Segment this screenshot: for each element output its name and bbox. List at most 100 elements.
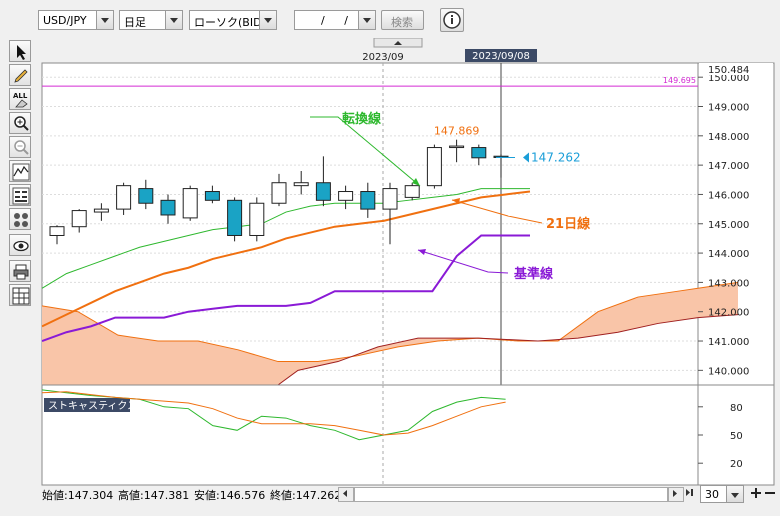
price-axis-frame: [697, 62, 775, 416]
chevron-down-icon[interactable]: [259, 11, 276, 29]
stoch-title: ストキャスティクス: [48, 400, 137, 412]
annotation-kijun: 基準線: [513, 266, 554, 282]
chevron-down-icon[interactable]: [726, 486, 743, 502]
chevron-right-icon: [673, 490, 677, 497]
x-label-month: 2023/09: [362, 52, 404, 63]
y-tick-label-1: 141.000: [708, 337, 749, 348]
candle-body-4: [138, 188, 154, 204]
candle-body-16: [404, 185, 420, 198]
candle-body-9: [249, 202, 265, 236]
y-tick-label-8: 148.000: [708, 132, 749, 143]
chevron-down-icon[interactable]: [358, 11, 375, 29]
candle-6: [182, 185, 198, 221]
candle-body-11: [293, 182, 309, 187]
candle-body-13: [338, 191, 354, 201]
high-price-label: 147.869: [434, 125, 480, 138]
y-tick-label-2: 142.000: [708, 308, 749, 319]
crosshair-label: 2023/09/08: [472, 51, 530, 62]
info-icon: [443, 11, 461, 29]
scrollbar-track[interactable]: [354, 487, 668, 502]
candle-body-15: [382, 188, 398, 210]
high-value: 高値:147.381: [118, 489, 190, 502]
data-table-icon: [12, 187, 30, 205]
candle-body-2: [93, 208, 109, 213]
status-bar: 始値:147.304 高値:147.381 安値:146.576 終値:147.…: [38, 484, 778, 506]
y-top-label: 150.484: [708, 65, 749, 76]
candle-body-17: [426, 147, 442, 187]
view-tool[interactable]: [9, 234, 31, 256]
open-value: 始値:147.304: [42, 489, 114, 502]
candle-body-5: [160, 199, 176, 216]
candle-body-8: [227, 199, 243, 236]
candle-body-7: [204, 191, 220, 201]
chart-type-value: ローソク(BID): [194, 16, 266, 29]
skip-end-icon: [686, 489, 693, 496]
data-table-tool[interactable]: [9, 184, 31, 206]
search-button[interactable]: 検索: [381, 10, 424, 30]
scroll-end-button[interactable]: [684, 487, 696, 500]
chevron-down-icon[interactable]: [165, 11, 182, 29]
candle-body-6: [182, 188, 198, 219]
layout-tool[interactable]: [9, 284, 31, 306]
chevron-down-icon[interactable]: [96, 11, 113, 29]
eraser-all-icon: ALL: [13, 92, 28, 108]
cursor-icon: [17, 45, 26, 60]
current-price-label: 147.262: [531, 150, 581, 164]
zoom-in-tool[interactable]: [9, 112, 31, 134]
candle-body-1: [71, 210, 87, 228]
candle-9: [249, 197, 265, 242]
indicator-tool[interactable]: [9, 160, 31, 182]
zoom-in-icon: [14, 116, 29, 131]
y-tick-label-5: 145.000: [708, 220, 749, 231]
chart-area: 2023/09 2023/09/08 149.695 140.000 141.000 1…: [38, 37, 778, 513]
layout-icon: [12, 287, 30, 305]
erase-all-tool[interactable]: ALL: [9, 88, 31, 110]
candle-17: [426, 144, 442, 189]
candle-body-14: [360, 191, 376, 210]
close-value: 終値:147.262: [270, 489, 342, 502]
print-icon: [13, 264, 29, 280]
y-tick-label-6: 146.000: [708, 190, 749, 201]
chart-type-select[interactable]: ローソク(BID): [189, 10, 277, 30]
chart-svg[interactable]: 2023/09 2023/09/08 149.695 140.000 141.000 1…: [38, 37, 778, 513]
period-select[interactable]: 30: [700, 485, 744, 503]
scroll-left-button[interactable]: [338, 487, 354, 502]
settings-icon: [14, 213, 28, 227]
candle-body-12: [315, 182, 331, 201]
timeframe-value: 日足: [124, 16, 146, 29]
zoom-plus-button[interactable]: [750, 486, 762, 500]
low-value: 安値:146.576: [194, 489, 266, 502]
zoom-minus-button[interactable]: [764, 486, 776, 500]
pencil-tool[interactable]: [9, 64, 31, 86]
symbol-select[interactable]: USD/JPY: [38, 10, 114, 30]
candle-8: [227, 197, 243, 242]
cursor-tool[interactable]: [9, 40, 31, 62]
eye-icon: [13, 240, 29, 252]
chevron-left-icon: [343, 490, 347, 497]
info-button[interactable]: [440, 8, 464, 32]
candle-body-3: [116, 185, 132, 210]
annotation-ma21: 21日線: [546, 216, 591, 232]
candle-body-19: [471, 147, 487, 159]
timeframe-select[interactable]: 日足: [119, 10, 183, 30]
scroll-right-button[interactable]: [668, 487, 684, 502]
stoch-tick-label-2: 80: [730, 403, 743, 414]
pencil-icon: [14, 69, 28, 83]
y-tick-label-0: 140.000: [708, 366, 749, 377]
candle-body-0: [49, 226, 65, 236]
resistance-label: 149.695: [663, 76, 696, 85]
toolbar: USD/JPY 日足 ローソク(BID) / / 検索: [0, 0, 780, 38]
candle-16: [404, 182, 420, 201]
settings-tool[interactable]: [9, 208, 31, 230]
print-tool[interactable]: [9, 260, 31, 282]
period-value: 30: [705, 488, 719, 501]
stoch-tick-label-1: 50: [730, 431, 743, 442]
annotation-tenkan: 転換線: [342, 111, 382, 127]
search-button-label: 検索: [391, 16, 413, 29]
erase-all-text: ALL: [13, 92, 28, 100]
date-value: / /: [321, 14, 356, 27]
candle-body-10: [271, 182, 287, 204]
symbol-value: USD/JPY: [43, 14, 87, 27]
date-input[interactable]: / /: [294, 10, 376, 30]
zoom-out-tool[interactable]: [9, 136, 31, 158]
